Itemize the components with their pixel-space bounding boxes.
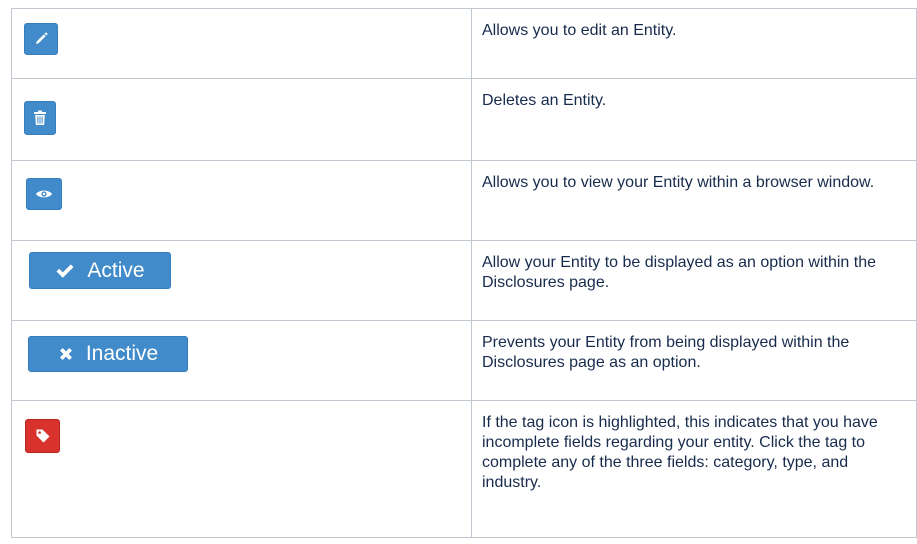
table-row: Deletes an Entity. [11, 78, 917, 161]
icon-cell: Active [11, 240, 472, 321]
table-row: Allows you to edit an Entity. [11, 8, 917, 79]
icon-legend-table: Allows you to edit an Entity. Deletes an… [11, 8, 917, 538]
icon-cell: Inactive [11, 320, 472, 401]
check-icon [56, 263, 74, 278]
trash-icon [34, 110, 46, 125]
table-row: If the tag icon is highlighted, this ind… [11, 400, 917, 538]
active-button-label: Active [87, 258, 145, 282]
table-row: Allows you to view your Entity within a … [11, 160, 917, 241]
icon-cell [11, 8, 472, 79]
pencil-icon [36, 32, 48, 44]
edit-button[interactable] [24, 23, 58, 55]
delete-button[interactable] [24, 101, 56, 135]
view-button[interactable] [26, 178, 62, 210]
description-cell: If the tag icon is highlighted, this ind… [471, 400, 917, 538]
icon-cell [11, 400, 472, 538]
tag-icon [36, 429, 49, 443]
icon-cell [11, 160, 472, 241]
description-cell: Allows you to view your Entity within a … [471, 160, 917, 241]
description-cell: Allow your Entity to be displayed as an … [471, 240, 917, 321]
inactive-button-label: Inactive [85, 342, 159, 365]
description-cell: Prevents your Entity from being displaye… [471, 320, 917, 401]
description-cell: Deletes an Entity. [471, 78, 917, 161]
eye-icon [36, 190, 52, 198]
table-row: Active Allow your Entity to be displayed… [11, 240, 917, 321]
inactive-button[interactable]: Inactive [28, 336, 188, 372]
active-button[interactable]: Active [29, 252, 171, 289]
table-row: Inactive Prevents your Entity from being… [11, 320, 917, 401]
tag-button[interactable] [25, 419, 60, 453]
icon-cell [11, 78, 472, 161]
description-cell: Allows you to edit an Entity. [471, 8, 917, 79]
times-icon [59, 348, 72, 360]
